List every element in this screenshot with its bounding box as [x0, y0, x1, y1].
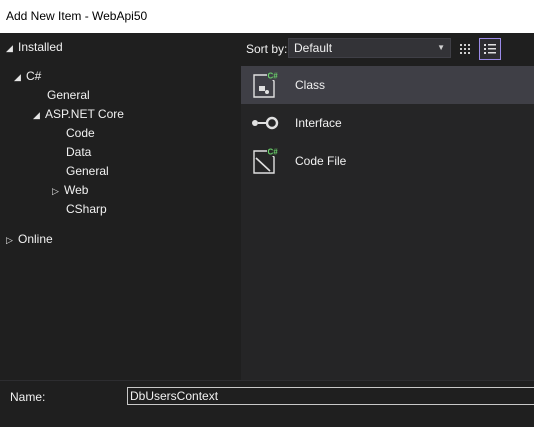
list-view-button[interactable]: [479, 38, 501, 60]
template-label: Class: [295, 78, 326, 92]
tree-node-aspnetcore[interactable]: ◢ ASP.NET Core: [33, 105, 124, 123]
sort-toolbar: Sort by: Default ▼: [241, 33, 534, 65]
tree-label: General: [47, 88, 90, 102]
svg-text:C#: C#: [268, 72, 279, 81]
chevron-down-icon: ▼: [437, 43, 445, 52]
template-label: Code File: [295, 154, 347, 168]
collapsed-arrow-icon[interactable]: ▷: [52, 182, 64, 200]
small-icons-view-button[interactable]: [455, 38, 477, 60]
tree-label: CSharp: [66, 202, 107, 216]
class-icon: C#: [253, 71, 280, 98]
sort-by-value: Default: [294, 41, 333, 55]
template-item-interface[interactable]: Interface: [241, 104, 534, 142]
window-title: Add New Item - WebApi50: [6, 9, 148, 23]
tree-label: ASP.NET Core: [45, 107, 124, 121]
tree-label: General: [66, 164, 109, 178]
expanded-arrow-icon[interactable]: ◢: [33, 106, 45, 124]
interface-icon: [252, 116, 279, 130]
tree-node-data[interactable]: Data: [66, 143, 91, 161]
template-item-code-file[interactable]: C# Code File: [241, 142, 534, 180]
tree-node-online[interactable]: ▷ Online: [6, 230, 53, 248]
code-file-icon: C#: [253, 147, 280, 174]
template-category-tree: ◢ Installed ◢ C# General ◢ ASP.NET Core Cod…: [0, 33, 241, 380]
tree-node-web[interactable]: ▷ Web: [52, 181, 88, 199]
tree-label: C#: [26, 69, 42, 83]
expanded-arrow-icon[interactable]: ◢: [14, 68, 26, 86]
tree-label: Web: [64, 183, 89, 197]
tree-label: Installed: [18, 40, 63, 54]
tree-label: Online: [18, 232, 53, 246]
svg-text:C#: C#: [268, 148, 279, 157]
tree-label: Data: [66, 145, 92, 159]
name-input[interactable]: [127, 387, 534, 405]
collapsed-arrow-icon[interactable]: ▷: [6, 231, 18, 249]
name-bar: Name:: [0, 380, 534, 427]
expanded-arrow-icon[interactable]: ◢: [6, 39, 18, 57]
name-label: Name:: [10, 390, 46, 404]
tree-node-csharp[interactable]: ◢ C#: [14, 67, 41, 85]
sort-by-dropdown[interactable]: Default ▼: [288, 38, 451, 58]
tree-node-general[interactable]: General: [47, 86, 90, 104]
list-view-icon: [484, 44, 496, 54]
tree-node-code[interactable]: Code: [66, 124, 95, 142]
grid-view-icon: [460, 44, 470, 54]
template-label: Interface: [295, 116, 342, 130]
sort-by-label: Sort by:: [246, 42, 288, 56]
tree-label: Code: [66, 126, 95, 140]
tree-node-general-aspnet[interactable]: General: [66, 162, 109, 180]
template-list: C# Class Interface C# Code File: [241, 66, 534, 380]
tree-node-installed[interactable]: ◢ Installed: [6, 38, 63, 56]
template-item-class[interactable]: C# Class: [241, 66, 534, 104]
tree-node-csharp-child[interactable]: CSharp: [66, 200, 107, 218]
window-title-bar: Add New Item - WebApi50: [0, 0, 534, 33]
